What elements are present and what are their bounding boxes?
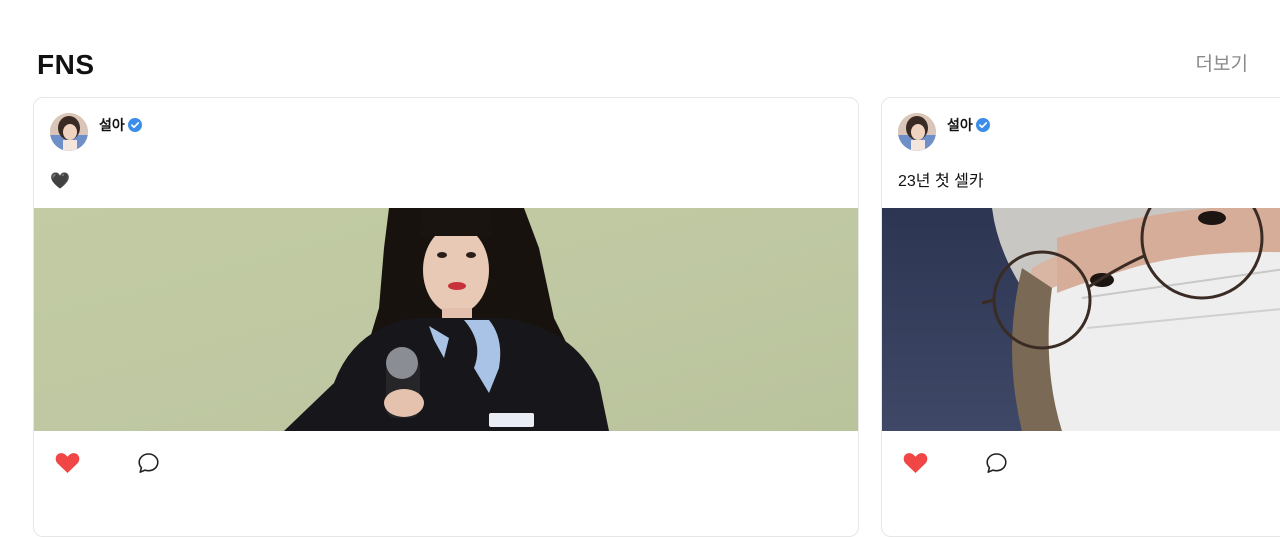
post-card[interactable]: 설아 23년 첫 셀카 — [881, 97, 1280, 537]
post-header: 설아 — [898, 113, 990, 151]
comment-icon[interactable] — [137, 452, 160, 475]
post-image[interactable] — [34, 208, 858, 431]
heart-icon[interactable] — [903, 452, 928, 474]
more-link[interactable]: 더보기 — [1196, 53, 1248, 77]
post-actions — [903, 450, 1008, 476]
author-name[interactable]: 설아 — [99, 116, 125, 134]
avatar[interactable] — [898, 113, 936, 151]
post-text: 🖤 — [50, 173, 70, 190]
post-photo — [882, 208, 1280, 431]
avatar[interactable] — [50, 113, 88, 151]
post-text: 23년 첫 셀카 — [898, 173, 984, 190]
post-card[interactable]: 설아 🖤 — [33, 97, 859, 537]
avatar-image — [50, 113, 88, 151]
section-title: FNS — [37, 49, 95, 80]
comment-icon[interactable] — [985, 452, 1008, 475]
heart-icon[interactable] — [55, 452, 80, 474]
verified-badge-icon — [127, 118, 142, 132]
post-header: 설아 — [50, 113, 142, 151]
author-name[interactable]: 설아 — [947, 116, 973, 134]
post-photo — [34, 208, 858, 431]
author[interactable]: 설아 — [947, 116, 990, 134]
post-actions — [55, 450, 160, 476]
verified-badge-icon — [975, 118, 990, 132]
post-image[interactable] — [882, 208, 1280, 431]
author[interactable]: 설아 — [99, 116, 142, 134]
avatar-image — [898, 113, 936, 151]
